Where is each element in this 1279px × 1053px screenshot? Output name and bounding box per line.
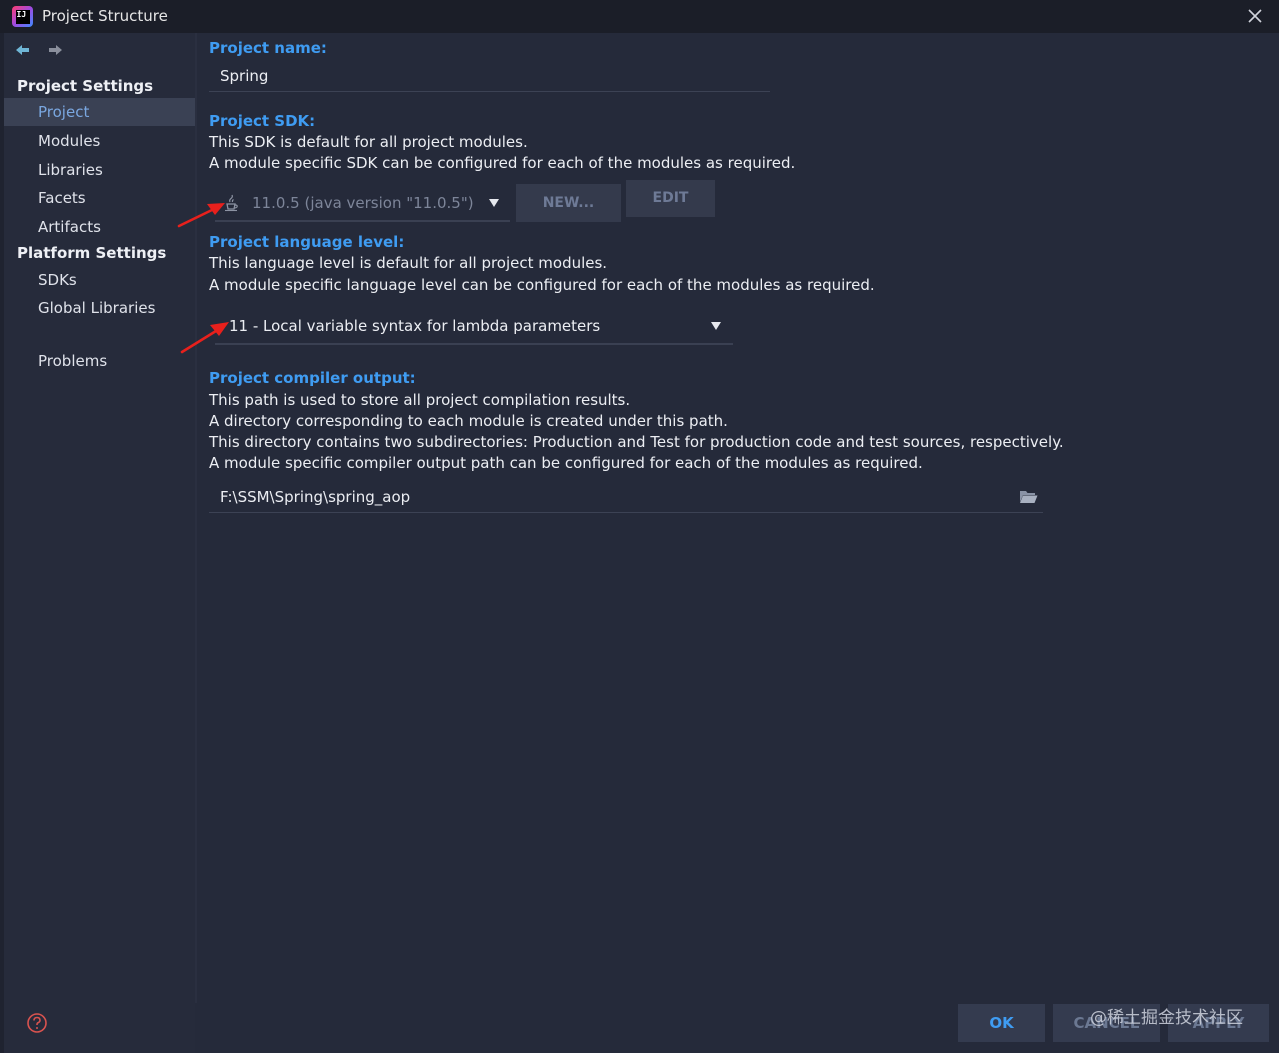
watermark-text: @稀土掘金技术社区 bbox=[1090, 1008, 1243, 1028]
sdk-new-button[interactable]: NEW... bbox=[516, 184, 621, 222]
sidebar-item-libraries[interactable]: Libraries bbox=[4, 156, 195, 184]
compiler-output-label: Project compiler output: bbox=[209, 369, 416, 387]
nav-arrows bbox=[14, 42, 64, 58]
intellij-app-icon: IJ bbox=[12, 6, 33, 27]
project-sdk-dropdown[interactable]: 11.0.5 (java version "11.0.5") bbox=[215, 184, 510, 222]
project-sdk-desc-1: This SDK is default for all project modu… bbox=[209, 133, 528, 151]
sidebar: Project Settings Project Modules Librari… bbox=[4, 33, 195, 1053]
language-level-selected: 11 - Local variable syntax for lambda pa… bbox=[229, 317, 601, 335]
sdk-edit-button[interactable]: EDIT bbox=[626, 180, 715, 217]
language-level-label: Project language level: bbox=[209, 233, 405, 251]
project-sdk-selected: 11.0.5 (java version "11.0.5") bbox=[252, 194, 474, 212]
language-level-dropdown[interactable]: 11 - Local variable syntax for lambda pa… bbox=[215, 307, 733, 345]
project-settings-heading: Project Settings bbox=[17, 77, 154, 95]
compiler-output-path-input[interactable]: F:\SSM\Spring\spring_aop bbox=[209, 481, 1043, 513]
annotation-arrow-sdk-icon bbox=[177, 203, 225, 228]
forward-arrow-icon[interactable] bbox=[46, 42, 64, 58]
chevron-down-icon bbox=[489, 199, 499, 207]
sidebar-item-modules[interactable]: Modules bbox=[4, 127, 195, 155]
window-title: Project Structure bbox=[42, 7, 168, 25]
title-bar: IJ Project Structure bbox=[0, 0, 1279, 33]
sidebar-item-global-libraries[interactable]: Global Libraries bbox=[4, 294, 195, 322]
compiler-output-desc-3: This directory contains two subdirectori… bbox=[209, 433, 1064, 451]
folder-open-icon[interactable] bbox=[1019, 489, 1038, 504]
platform-settings-heading: Platform Settings bbox=[17, 244, 167, 262]
project-sdk-desc-2: A module specific SDK can be configured … bbox=[209, 154, 796, 172]
language-level-desc-2: A module specific language level can be … bbox=[209, 276, 875, 294]
sidebar-divider bbox=[195, 33, 197, 1003]
language-level-desc-1: This language level is default for all p… bbox=[209, 254, 608, 272]
close-icon[interactable] bbox=[1245, 6, 1265, 26]
annotation-arrow-language-icon bbox=[180, 322, 229, 354]
project-name-label: Project name: bbox=[209, 39, 327, 57]
sidebar-item-sdks[interactable]: SDKs bbox=[4, 266, 195, 294]
project-sdk-label: Project SDK: bbox=[209, 112, 316, 130]
help-icon[interactable] bbox=[26, 1012, 48, 1034]
sidebar-item-artifacts[interactable]: Artifacts bbox=[4, 213, 195, 241]
project-name-input[interactable]: Spring bbox=[209, 60, 770, 92]
sidebar-item-project[interactable]: Project bbox=[4, 98, 195, 126]
compiler-output-desc-2: A directory corresponding to each module… bbox=[209, 412, 728, 430]
ok-button[interactable]: OK bbox=[958, 1004, 1045, 1042]
compiler-output-desc-4: A module specific compiler output path c… bbox=[209, 454, 923, 472]
back-arrow-icon[interactable] bbox=[14, 42, 32, 58]
sidebar-item-facets[interactable]: Facets bbox=[4, 184, 195, 212]
compiler-output-desc-1: This path is used to store all project c… bbox=[209, 391, 631, 409]
chevron-down-icon bbox=[711, 322, 721, 330]
sidebar-item-problems[interactable]: Problems bbox=[4, 347, 195, 375]
